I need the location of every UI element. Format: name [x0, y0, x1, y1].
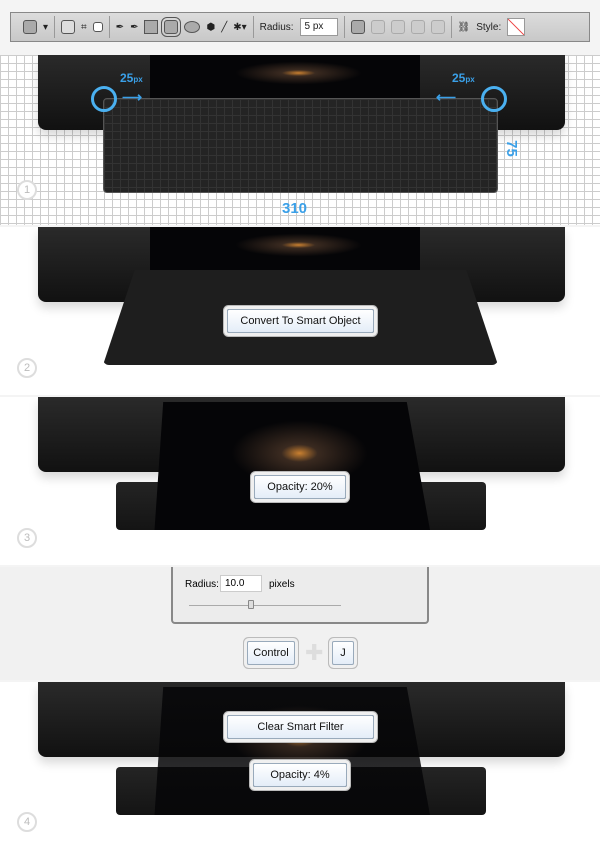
step-badge: 2 [17, 358, 37, 378]
new-layer-mode-icon[interactable] [350, 20, 365, 34]
intersect-area-icon[interactable] [410, 20, 425, 34]
rounded-rect-tool-preset-icon[interactable] [23, 20, 37, 34]
style-label: Style: [476, 21, 502, 33]
custom-shape-icon[interactable]: ✱▾ [233, 22, 246, 33]
step-badge: 4 [17, 812, 37, 832]
corner-highlight-right [481, 86, 507, 112]
options-toolbar: ▾ ⌗ ✒ ✒ ⬢ ╱ ✱▾ Radius: 5 px ⛓ Style: [10, 12, 590, 42]
monitor-screen [154, 687, 430, 815]
height-dimension: 75 [502, 140, 520, 157]
arrow-left-icon: ⟵ [436, 89, 457, 105]
arrow-right-icon: ⟶ [122, 89, 143, 105]
step-1-panel: 25px 25px ⟶ ⟵ 310 75 1 [0, 55, 600, 225]
add-to-area-icon[interactable] [370, 20, 385, 34]
step-badge: 3 [17, 528, 37, 548]
subtract-area-icon[interactable] [390, 20, 405, 34]
dropdown-arrow-icon[interactable]: ▾ [43, 22, 48, 33]
j-key: J [332, 641, 354, 665]
rectangle-tool-icon[interactable] [144, 20, 159, 34]
pen-tool-icon[interactable]: ✒ [116, 22, 124, 33]
plus-icon: ✚ [305, 640, 324, 665]
fill-pixels-icon[interactable] [92, 22, 103, 32]
radius-input[interactable]: 10.0 [220, 575, 262, 592]
clear-smart-filter-button[interactable]: Clear Smart Filter [227, 715, 374, 739]
step-4-panel: Clear Smart Filter Opacity: 4% 4 [0, 682, 600, 854]
shape-layers-icon[interactable] [61, 20, 76, 34]
opacity-field[interactable]: Opacity: 20% [254, 475, 346, 499]
right-offset-label: 25px [452, 71, 475, 85]
style-swatch[interactable] [507, 18, 526, 36]
paths-icon[interactable]: ⌗ [81, 22, 87, 33]
monitor-screen [150, 55, 420, 100]
exclude-area-icon[interactable] [430, 20, 445, 34]
step-2-panel: Convert To Smart Object 2 [0, 227, 600, 395]
monitor-screen [150, 227, 420, 272]
polygon-tool-icon[interactable]: ⬢ [206, 22, 215, 33]
radius-label: Radius: [185, 579, 219, 590]
corner-highlight-left [91, 86, 117, 112]
unit-label: pixels [269, 579, 295, 590]
blur-dialog-panel: Radius: 10.0 pixels Control ✚ J [0, 567, 600, 680]
link-icon[interactable]: ⛓ [458, 22, 471, 33]
rounded-rectangle-shape [103, 98, 498, 193]
opacity-field[interactable]: Opacity: 4% [253, 763, 347, 787]
gaussian-blur-dialog: Radius: 10.0 pixels [171, 567, 429, 624]
control-key: Control [247, 641, 295, 665]
line-tool-icon[interactable]: ╱ [221, 22, 227, 33]
radius-label: Radius: [259, 21, 294, 33]
ellipse-tool-icon[interactable] [184, 21, 201, 33]
freeform-pen-icon[interactable]: ✒ [130, 22, 138, 33]
width-dimension: 310 [282, 200, 308, 217]
monitor-screen [154, 402, 430, 530]
radius-input[interactable]: 5 px [299, 18, 338, 36]
left-offset-label: 25px [120, 71, 143, 85]
step-badge: 1 [17, 180, 37, 200]
slider-handle[interactable] [248, 600, 254, 609]
radius-slider[interactable] [189, 605, 341, 606]
step-3-panel: Opacity: 20% 3 [0, 397, 600, 565]
convert-to-smart-object-button[interactable]: Convert To Smart Object [227, 309, 374, 333]
rounded-rectangle-tool-icon[interactable] [161, 17, 182, 37]
